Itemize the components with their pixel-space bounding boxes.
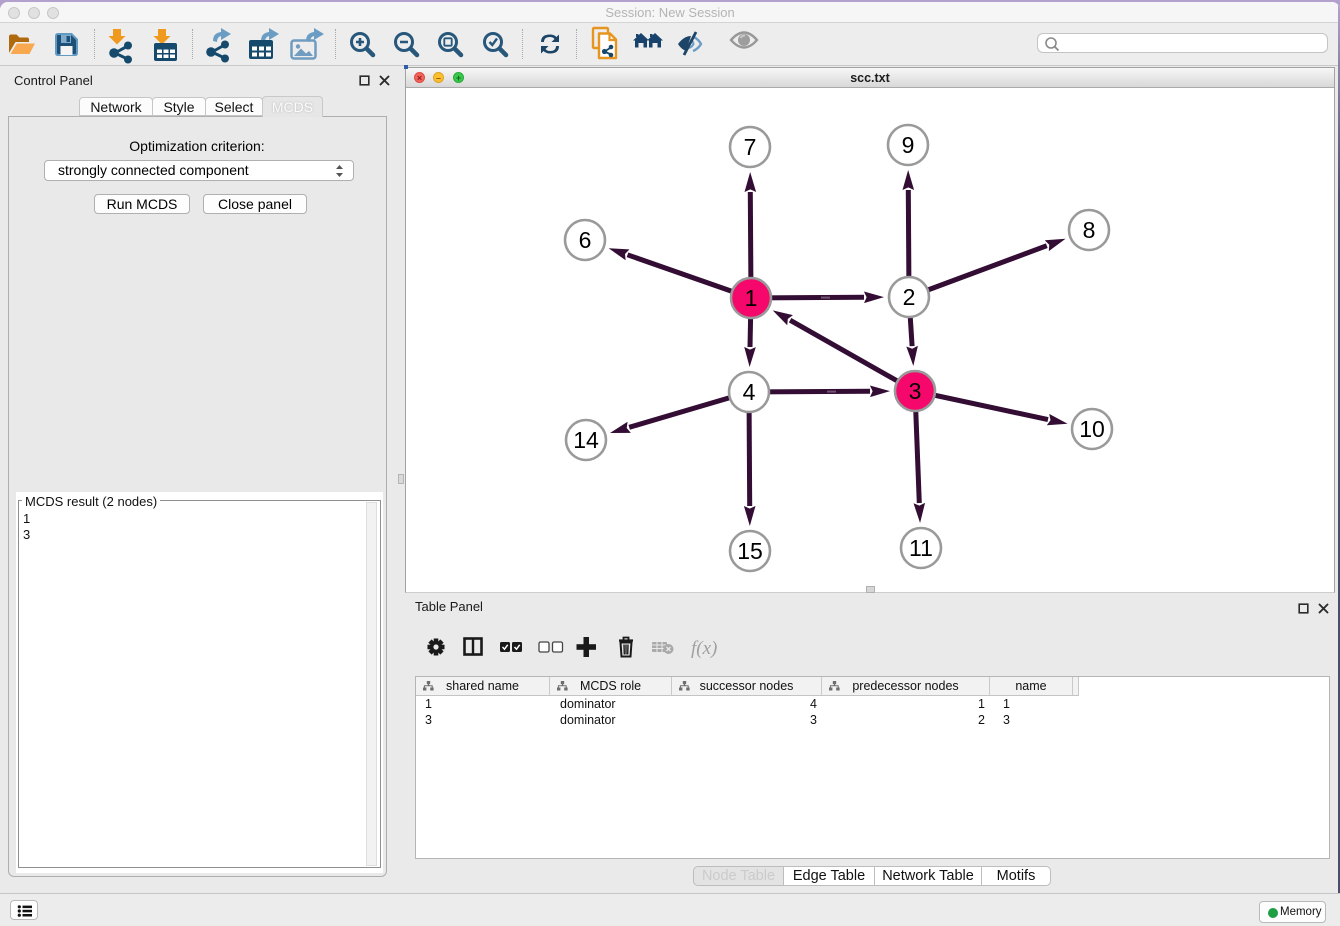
svg-text:3: 3	[909, 378, 922, 404]
svg-text:6: 6	[579, 227, 592, 253]
svg-text:15: 15	[737, 538, 763, 564]
svg-text:4: 4	[743, 379, 756, 405]
svg-text:11: 11	[909, 535, 933, 561]
svg-text:10: 10	[1079, 416, 1105, 442]
svg-text:14: 14	[573, 427, 599, 453]
svg-text:f(x): f(x)	[691, 638, 717, 659]
svg-text:9: 9	[902, 132, 915, 158]
svg-text:2: 2	[903, 284, 916, 310]
svg-text:7: 7	[744, 134, 757, 160]
svg-text:8: 8	[1083, 217, 1096, 243]
svg-text:1: 1	[745, 285, 758, 311]
